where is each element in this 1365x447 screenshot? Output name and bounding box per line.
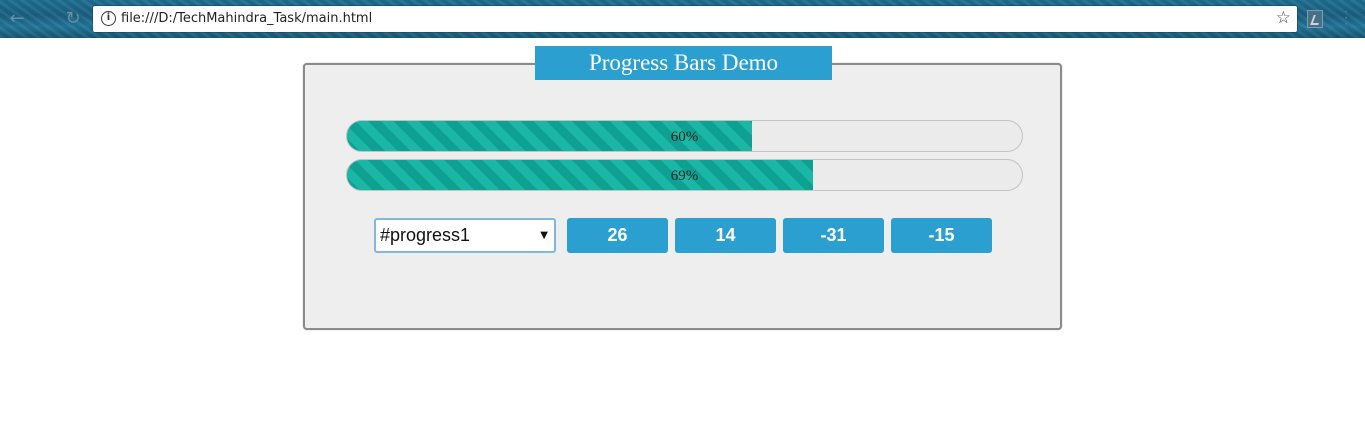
bookmark-star-icon[interactable]: ☆ (1276, 8, 1291, 28)
progress-panel (303, 63, 1062, 330)
increment-26-button[interactable]: 26 (567, 218, 668, 253)
extension-icon[interactable] (1307, 10, 1323, 28)
increment-14-button[interactable]: 14 (675, 218, 776, 253)
browser-toolbar: ← ↻ i file:///D:/TechMahindra_Task/main.… (0, 0, 1365, 38)
decrement-15-button[interactable]: -15 (891, 218, 992, 253)
menu-icon[interactable]: · · · (1343, 4, 1349, 32)
progress-bar-2: 69% (346, 159, 1023, 191)
progress-bar-1: 60% (346, 120, 1023, 152)
progress-select[interactable]: #progress1 ▼ (374, 218, 556, 253)
decrement-31-button[interactable]: -31 (783, 218, 884, 253)
progress-label-2: 69% (670, 168, 699, 184)
reload-icon[interactable]: ↻ (62, 8, 84, 30)
url-text[interactable]: file:///D:/TechMahindra_Task/main.html (121, 11, 372, 26)
dropdown-arrow-icon: ▼ (540, 230, 548, 241)
back-arrow-icon[interactable]: ← (6, 8, 28, 30)
panel-title: Progress Bars Demo (535, 46, 832, 80)
info-icon[interactable]: i (101, 11, 116, 26)
progress-label-1: 60% (670, 129, 699, 145)
progress-select-value: #progress1 (380, 225, 471, 245)
address-bar[interactable]: i file:///D:/TechMahindra_Task/main.html… (93, 6, 1297, 32)
